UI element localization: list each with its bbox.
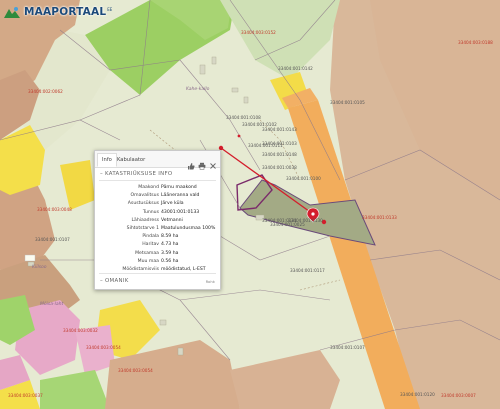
cadastral-red-label: 33404:003:0152 (241, 30, 276, 35)
info-row: Maakond Pärnu maakond (95, 184, 220, 192)
info-row: Tunnus 43001:001:0133 (95, 209, 220, 217)
expand-icon: – (100, 278, 103, 284)
info-row-value: Lääneranna vald (161, 193, 200, 199)
info-row-value: Järve küla (161, 201, 184, 207)
divider (99, 180, 216, 181)
info-row-value: Maatulundusmaa 100% (161, 226, 216, 231)
parcel-number-label: 33404:001:0108 (226, 115, 261, 120)
cadastral-red-label: 33404:003:0032 (63, 328, 98, 333)
info-row-key: Metsamaa (135, 250, 159, 256)
cadastral-red-label: 33404:003:0048 (37, 207, 72, 212)
cadastral-red-label: 33404:003:0007 (441, 393, 476, 398)
cadastral-red-label: 33404:003:0054 (86, 345, 121, 350)
info-row-value: 43001:001:0133 (161, 209, 200, 215)
info-row: Haritav 4.73 ha (95, 241, 220, 249)
parcel-number-label: 33404:001:0143 (262, 127, 297, 132)
info-row-key: Omavalitsus (130, 193, 160, 199)
parcel-number-label: 33404:001:0038 (262, 165, 297, 170)
tab-kabulaator[interactable]: Kabulaator (113, 154, 149, 166)
cadastral-red-label: 33404:002:0062 (28, 89, 63, 94)
maaportaal-logo[interactable]: MAAPORTAAL EE (3, 4, 112, 20)
info-row-key: Lähiaadress (131, 217, 159, 223)
app-title-sup: EE (107, 6, 113, 12)
print-icon[interactable] (198, 155, 206, 170)
close-icon[interactable] (209, 155, 217, 169)
info-row-key: Maakond (138, 185, 159, 190)
info-row: Sihtotstarve 1 Maatulundusmaa 100% (95, 225, 220, 233)
popup-tabs: Info Kabulaator (95, 151, 220, 170)
measure-point (237, 134, 241, 138)
info-row-key: Haritav (142, 242, 159, 248)
logo-mark-icon (3, 5, 21, 19)
app-title: MAAPORTAAL (24, 6, 107, 18)
cadastral-red-label: 33404:003:0188 (458, 40, 493, 45)
parcel-number-label: 33404:001:0107 (330, 345, 365, 350)
info-row-key: Asustusüksus (127, 201, 159, 207)
map-canvas[interactable]: 33404:001:010833404:001:010233404:001:01… (0, 0, 500, 409)
info-row: Lähiaadress Vetmanni (95, 217, 220, 225)
info-row: Asustusüksus Järve küla (95, 200, 220, 208)
parcel-number-label: 33404:001:0111 (248, 143, 283, 148)
info-row-value: Pärnu maakond (161, 185, 197, 190)
info-row-key: Sihtotstarve 1 (126, 226, 159, 231)
info-row-value: 0.56 ha (161, 258, 179, 264)
info-row-value: 8.59 ha (161, 234, 179, 240)
info-row: Muu maa 0.56 ha (95, 258, 220, 266)
info-row: Pindala 8.59 ha (95, 233, 220, 241)
more-link[interactable]: Rohk (206, 279, 215, 284)
section-owner[interactable]: – OMANIK (100, 278, 129, 284)
parcel-number-label: 33404:001:0142 (278, 66, 313, 71)
parcel-number-label: 33404:001:0025 (270, 222, 305, 227)
road-parcel-label: 33404:001:0133 (362, 215, 397, 220)
info-row-value: Vetmanni (161, 217, 183, 223)
parcel-number-label: 33404:001:0105 (330, 100, 365, 105)
info-row: Metsamaa 3.59 ha (95, 250, 220, 258)
info-row: Omavalitsus Lääneranna vald (95, 192, 220, 200)
parcel-number-label: 33404:001:0107 (35, 237, 70, 242)
place-name-label: Mõisa-laht (40, 301, 63, 307)
info-row-key: Muu maa (137, 258, 159, 264)
info-row-value: 3.59 ha (161, 250, 179, 256)
place-name-label: Kiilsoo (32, 264, 47, 270)
thumb-icon[interactable] (187, 155, 195, 170)
section-title: KATASTRIÜKSUSE INFO (105, 171, 173, 177)
info-row-key: Tunnus (142, 209, 159, 215)
parcel-number-label: 33404:001:0100 (286, 176, 321, 181)
collapse-icon: – (100, 171, 103, 177)
parcel-number-label: 33404:001:0148 (262, 152, 297, 157)
parcel-number-label: 33404:001:0117 (290, 268, 325, 273)
owner-section-title: OMANIK (105, 278, 129, 284)
info-row-key: Pindala (142, 234, 159, 240)
info-row-value: 4.73 ha (161, 242, 179, 248)
divider (99, 273, 216, 274)
cadastral-red-label: 33404:003:0054 (118, 368, 153, 373)
cadastral-red-label: 33404:003:0037 (8, 393, 43, 398)
parcel-info-popup: Info Kabulaator – KATASTRIÜKSUSE INFO Ma… (94, 150, 221, 290)
place-name-label: Kahe-kallo (186, 86, 210, 92)
section-parcel-info[interactable]: – KATASTRIÜKSUSE INFO (100, 171, 172, 177)
parcel-number-label: 33404:001:0120 (400, 392, 435, 397)
